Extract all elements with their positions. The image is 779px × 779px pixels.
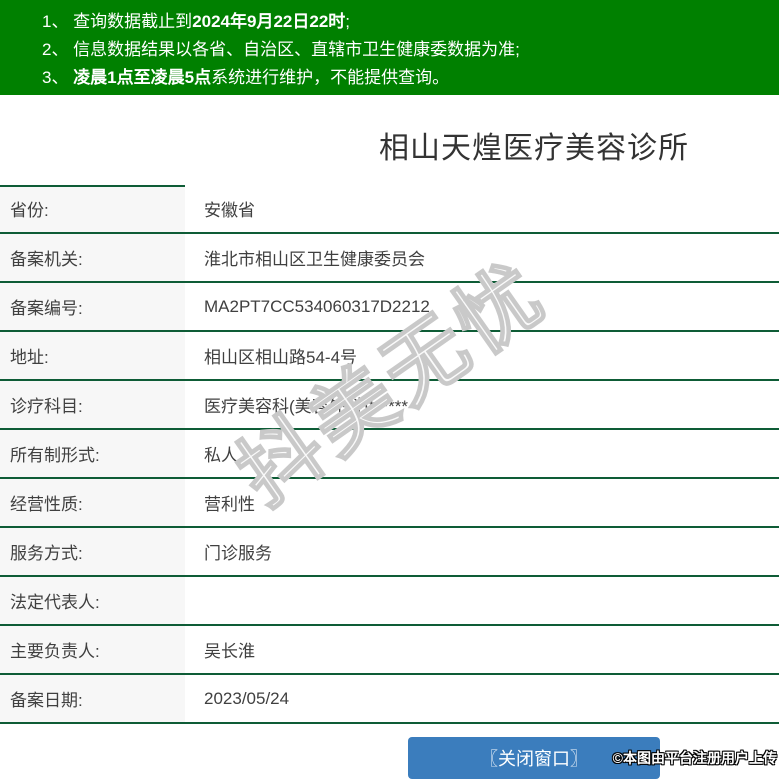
- row-value: 医疗美容科(美容外科)******: [204, 397, 409, 416]
- row-label: 备案机关:: [0, 234, 185, 281]
- row-label: 诊疗科目:: [0, 381, 185, 428]
- table-row-main-person-in-charge: 主要负责人: 吴长淮: [0, 626, 779, 675]
- row-value: 营利性: [204, 495, 255, 514]
- row-value: 2023/05/24: [204, 688, 290, 708]
- row-value: 私人: [204, 446, 238, 465]
- row-label: 主要负责人:: [0, 626, 185, 673]
- table-row-business-nature: 经营性质: 营利性: [0, 479, 779, 528]
- notice-banner: 1、 查询数据截止到2024年9月22日22时; 2、 信息数据结果以各省、自治…: [0, 0, 779, 95]
- table-row-province: 省份: 安徽省: [0, 185, 779, 234]
- row-label: 法定代表人:: [0, 577, 185, 624]
- row-value: MA2PT7CC534060317D2212: [204, 296, 430, 316]
- row-label: 地址:: [0, 332, 185, 379]
- row-label: 备案日期:: [0, 675, 185, 722]
- row-value: 门诊服务: [204, 544, 272, 563]
- table-row-service-mode: 服务方式: 门诊服务: [0, 528, 779, 577]
- table-row-filing-authority: 备案机关: 淮北市相山区卫生健康委员会: [0, 234, 779, 283]
- table-row-medical-subjects: 诊疗科目: 医疗美容科(美容外科)******: [0, 381, 779, 430]
- table-row-address: 地址: 相山区相山路54-4号: [0, 332, 779, 381]
- notice-line-2-pre: 2、 信息数据结果以各省、自治区、直辖市卫生健康委数据为准;: [42, 40, 520, 59]
- row-value: [185, 577, 204, 624]
- row-value: 吴长淮: [204, 642, 255, 661]
- notice-line-1: 1、 查询数据截止到2024年9月22日22时;: [42, 8, 769, 36]
- notice-line-1-post: ;: [345, 12, 351, 31]
- notice-line-3-pre: 3、: [42, 68, 74, 87]
- notice-line-2: 2、 信息数据结果以各省、自治区、直辖市卫生健康委数据为准;: [42, 36, 769, 64]
- row-label: 备案编号:: [0, 283, 185, 330]
- row-label: 经营性质:: [0, 479, 185, 526]
- row-label: 服务方式:: [0, 528, 185, 575]
- notice-line-3: 3、 凌晨1点至凌晨5点系统进行维护，不能提供查询。: [42, 64, 769, 92]
- row-label: 省份:: [0, 185, 185, 232]
- close-window-button[interactable]: 〖关闭窗口〗: [408, 737, 660, 779]
- notice-line-1-bold: 2024年9月22日22时: [192, 12, 346, 31]
- table-row-legal-representative: 法定代表人:: [0, 577, 779, 626]
- notice-line-3-post: 系统进行维护，不能提供查询。: [211, 68, 450, 87]
- row-label: 所有制形式:: [0, 430, 185, 477]
- notice-line-1-pre: 1、 查询数据截止到: [42, 12, 193, 31]
- table-row-filing-date: 备案日期: 2023/05/24: [0, 675, 779, 724]
- row-value: 淮北市相山区卫生健康委员会: [204, 250, 425, 269]
- record-content: 相山天煌医疗美容诊所 省份: 安徽省 备案机关: 淮北市相山区卫生健康委员会 备…: [0, 130, 779, 779]
- notice-line-3-bold: 凌晨1点至凌晨5点: [73, 68, 212, 87]
- record-table: 省份: 安徽省 备案机关: 淮北市相山区卫生健康委员会 备案编号: MA2PT7…: [0, 185, 779, 724]
- page-title: 相山天煌医疗美容诊所: [379, 132, 689, 165]
- row-value: 安徽省: [204, 201, 255, 220]
- table-row-ownership-form: 所有制形式: 私人: [0, 430, 779, 479]
- row-value: 相山区相山路54-4号: [204, 348, 358, 367]
- table-row-filing-number: 备案编号: MA2PT7CC534060317D2212: [0, 283, 779, 332]
